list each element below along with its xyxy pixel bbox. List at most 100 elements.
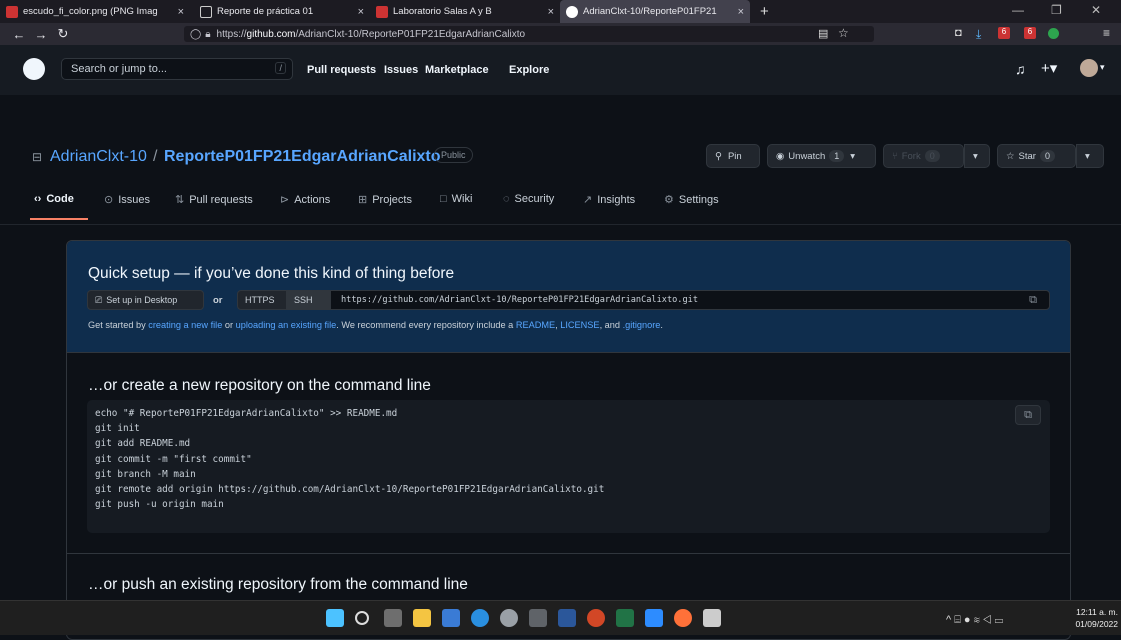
tab-label: Wiki (451, 193, 473, 205)
getting-started-note: Get started by creating a new file or up… (88, 320, 663, 330)
zoom-icon[interactable] (645, 609, 663, 627)
gitignore-link[interactable]: .gitignore (623, 320, 661, 330)
nav-pull-requests[interactable]: Pull requests (307, 64, 376, 76)
create-new-file-link[interactable]: creating a new file (148, 320, 222, 330)
task-view-icon[interactable] (384, 609, 402, 627)
readme-link[interactable]: README (516, 320, 555, 330)
nav-issues[interactable]: Issues (384, 64, 418, 76)
repo-name-link[interactable]: ReporteP01FP21EdgarAdrianCalixto (164, 148, 441, 166)
window-close-icon[interactable]: ✕ (1091, 3, 1101, 17)
clock-date[interactable]: 01/09/2022 (1068, 619, 1118, 629)
avatar[interactable] (1080, 59, 1098, 77)
hamburger-menu-icon[interactable]: ≡ (1103, 26, 1110, 40)
search-placeholder: Search or jump to... (71, 63, 167, 75)
https-toggle[interactable]: HTTPS (237, 290, 287, 310)
tab-projects[interactable]: ⊞ Projects (358, 193, 412, 207)
or-label: or (213, 295, 223, 306)
fork-dropdown-button[interactable]: ▾ (964, 144, 990, 168)
pin-button[interactable]: ⚲ Pin (706, 144, 760, 168)
star-button[interactable]: ☆ Star 0 (997, 144, 1076, 168)
nav-explore[interactable]: Explore (509, 64, 549, 76)
note-text: , and (599, 320, 623, 330)
setup-desktop-button[interactable]: ⎚ Set up in Desktop (87, 290, 204, 310)
tab-settings[interactable]: ⚙ Settings (664, 193, 719, 207)
chevron-down-icon: ▾ (973, 150, 978, 162)
chevron-down-icon[interactable]: ▾ (1100, 62, 1105, 73)
bookmark-star-icon[interactable]: ☆ (838, 26, 849, 40)
create-new-plus-icon[interactable]: +▾ (1041, 59, 1057, 77)
upload-file-link[interactable]: uploading an existing file (236, 320, 337, 330)
close-tab-icon[interactable]: × (358, 6, 364, 18)
tab-issues[interactable]: ⊙ Issues (104, 193, 151, 207)
downloads-icon[interactable]: ⤓ (976, 27, 981, 42)
copy-commands-icon[interactable]: ⧉ (1015, 405, 1041, 425)
tab-security[interactable]: ◌ Security (503, 193, 554, 205)
settings-icon[interactable] (500, 609, 518, 627)
unwatch-button[interactable]: ◉ Unwatch 1 ▾ (767, 144, 876, 168)
excel-icon[interactable] (616, 609, 634, 627)
ublock-extension-icon[interactable]: 6 (998, 27, 1010, 39)
search-icon[interactable] (355, 611, 369, 625)
store-icon[interactable] (442, 609, 460, 627)
command-line-code: echo "# ReporteP01FP21EdgarAdrianCalixto… (87, 400, 1050, 533)
desktop-button-label: Set up in Desktop (106, 295, 178, 305)
lock-icon: 🔒︎ (205, 28, 211, 40)
paint-icon[interactable] (703, 609, 721, 627)
file-explorer-icon[interactable] (413, 609, 431, 627)
reader-view-icon[interactable]: ▤ (818, 27, 828, 40)
extension-badge: 6 (1027, 27, 1033, 36)
note-text: Get started by (88, 320, 149, 330)
tab-label: Actions (294, 193, 331, 206)
copy-clone-url-icon[interactable]: ⧉ (1020, 290, 1046, 310)
extension-icon[interactable]: 6 (1024, 27, 1036, 39)
notification-bell-icon[interactable]: ♫ (1015, 61, 1026, 77)
tab-label: Issues (118, 193, 151, 206)
clock-time[interactable]: 12:11 a. m. (1068, 607, 1118, 617)
repo-separator: / (153, 148, 158, 165)
code-icon: ‹› (34, 193, 42, 205)
image-favicon-icon (6, 5, 18, 18)
browser-tab-4[interactable]: AdrianClxt-10/ReporteP01FP21 × (560, 0, 750, 23)
tab-actions[interactable]: ⊳ Actions (280, 193, 331, 207)
powerpoint-icon[interactable] (587, 609, 605, 627)
fork-icon: ⑂ (892, 150, 898, 162)
fork-button[interactable]: ⑂ Fork 0 (883, 144, 964, 168)
ssh-toggle[interactable]: SSH (286, 290, 330, 310)
firefox-icon[interactable] (674, 609, 692, 627)
camera-icon[interactable] (529, 609, 547, 627)
system-tray-icons[interactable]: ^ ⌸ ● ≋ ◁ ▭ (946, 614, 1003, 627)
tab-code[interactable]: ‹› Code (34, 193, 74, 205)
url-prefix: https:// (216, 28, 247, 40)
back-arrow-icon[interactable]: ← (8, 27, 30, 42)
browser-tab-3[interactable]: Laboratorio Salas A y B × (370, 0, 560, 23)
browser-tab-1[interactable]: escudo_fi_color.png (PNG Imag × (0, 0, 190, 23)
url-path: /AdrianClxt-10/ReporteP01FP21EdgarAdrian… (295, 28, 526, 40)
restore-icon[interactable]: ❐ (1051, 3, 1062, 17)
forward-arrow-icon[interactable]: → (30, 27, 52, 42)
repo-owner-link[interactable]: AdrianClxt-10 (50, 148, 147, 166)
nav-marketplace[interactable]: Marketplace (425, 64, 489, 76)
close-tab-icon[interactable]: × (178, 6, 184, 18)
help-icon[interactable] (471, 609, 489, 627)
address-bar[interactable]: ◯ 🔒︎ https://github.com/AdrianClxt-10/Re… (184, 26, 874, 42)
star-dropdown-button[interactable]: ▾ (1076, 144, 1104, 168)
browser-tab-2[interactable]: Reporte de práctica 01 × (190, 0, 370, 23)
tab-pull-requests[interactable]: ⇅ Pull requests (175, 193, 253, 207)
close-tab-icon[interactable]: × (738, 6, 744, 18)
github-logo-icon[interactable] (23, 58, 45, 80)
search-input[interactable]: Search or jump to... / (61, 58, 293, 80)
check-extension-icon[interactable] (1048, 28, 1059, 39)
minimize-icon[interactable]: — (1012, 3, 1024, 17)
close-tab-icon[interactable]: × (548, 6, 554, 18)
graph-icon: ↗ (583, 194, 593, 206)
new-tab-button[interactable]: + (760, 3, 769, 20)
clone-url-field[interactable]: https://github.com/AdrianClxt-10/Reporte… (330, 290, 1050, 310)
license-link[interactable]: LICENSE (560, 320, 599, 330)
windows-start-icon[interactable] (326, 609, 344, 627)
pocket-icon[interactable]: ◘ (955, 27, 962, 39)
word-icon[interactable] (558, 609, 576, 627)
reload-icon[interactable]: ↻ (52, 26, 74, 42)
repo-icon: ⊟ (32, 150, 43, 164)
tab-insights[interactable]: ↗ Insights (583, 193, 635, 207)
tab-wiki[interactable]: □ Wiki (440, 193, 472, 205)
